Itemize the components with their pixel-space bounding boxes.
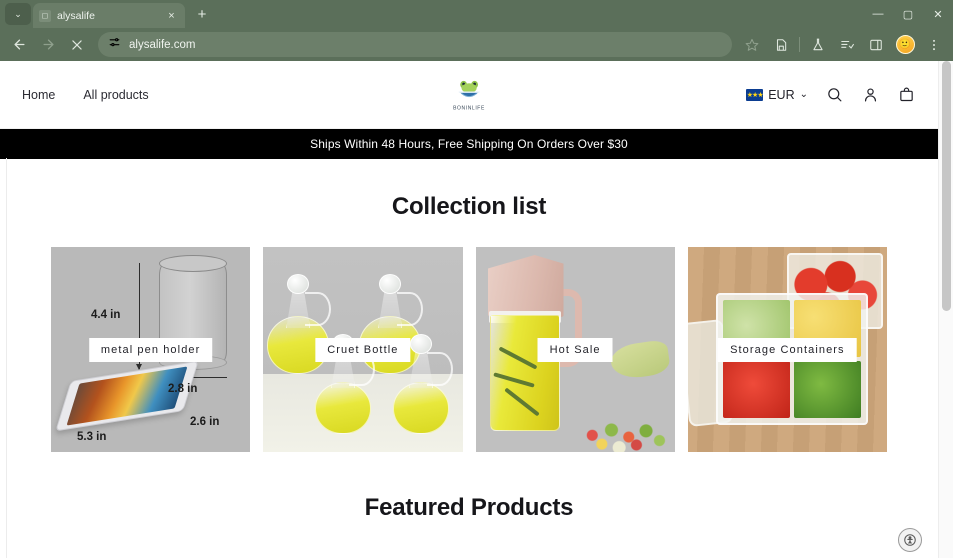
chevron-down-icon: ⌄ <box>14 8 22 19</box>
toolbar-divider <box>799 37 800 52</box>
currency-value: EUR <box>768 87 795 102</box>
logo-wordmark: BONINLIFE <box>453 105 485 111</box>
avatar: 🙂 <box>895 35 915 54</box>
frog-bowl-logo-icon <box>455 78 483 104</box>
scrollbar-thumb[interactable] <box>942 61 951 311</box>
bookmark-star-icon[interactable] <box>738 31 766 59</box>
collection-list-title: Collection list <box>391 193 547 220</box>
site-settings-icon[interactable] <box>108 36 121 54</box>
featured-products-grid <box>0 522 938 558</box>
collection-card-label: Hot Sale <box>537 337 613 362</box>
dimension-height-label: 4.4 in <box>91 309 121 321</box>
collection-card-hot-sale[interactable]: Hot Sale <box>475 247 675 452</box>
chevron-down-icon: ⌄ <box>799 89 808 100</box>
featured-product-card[interactable] <box>263 548 462 558</box>
tab-title: alysalife <box>57 9 95 22</box>
phone-width-label: 2.6 in <box>190 416 220 428</box>
collection-card-metal-pen-holder[interactable]: 4.4 in 2.8 in 5.3 in 2.6 in metal pen ho… <box>51 247 251 452</box>
collection-grid: 4.4 in 2.8 in 5.3 in 2.6 in metal pen ho… <box>0 221 938 452</box>
url-text: alysalife.com <box>129 38 196 51</box>
featured-product-card[interactable] <box>476 548 675 558</box>
search-icon[interactable] <box>824 85 844 105</box>
main-navigation: Home All products <box>22 88 149 102</box>
featured-products-section: Featured Products <box>0 452 938 558</box>
collection-card-label: Cruet Bottle <box>315 337 411 362</box>
minimize-button[interactable]: — <box>863 0 893 28</box>
tab-strip: ⌄ ◻ alysalife × + — ▢ ✕ <box>0 0 953 28</box>
back-icon[interactable] <box>5 31 33 59</box>
forward-icon[interactable] <box>34 31 62 59</box>
featured-product-card[interactable] <box>688 548 887 558</box>
new-tab-button[interactable]: + <box>189 3 215 25</box>
site-logo[interactable]: BONINLIFE <box>453 78 485 111</box>
collection-list-section: Collection list 4.4 in 2.8 in 5.3 in 2.6… <box>0 159 938 452</box>
announcement-bar: Ships Within 48 Hours, Free Shipping On … <box>0 129 938 159</box>
side-panel-icon[interactable] <box>862 31 890 59</box>
collection-card-cruet-bottle[interactable]: Cruet Bottle <box>263 247 463 452</box>
maximize-button[interactable]: ▢ <box>893 0 923 28</box>
featured-product-card[interactable] <box>51 548 250 558</box>
site-header: Home All products BONINLIFE ★★★ EUR ⌄ <box>0 61 938 129</box>
address-bar[interactable]: alysalife.com <box>98 32 732 57</box>
collection-card-label: Storage Containers <box>718 337 857 362</box>
collection-card-storage-containers[interactable]: Storage Containers <box>687 247 887 452</box>
nav-link-home[interactable]: Home <box>22 88 55 102</box>
tab-search-button[interactable]: ⌄ <box>5 3 31 25</box>
dimension-width-label: 2.8 in <box>168 383 198 395</box>
browser-toolbar: alysalife.com 🙂 <box>0 28 953 61</box>
experiment-flask-icon[interactable] <box>804 31 832 59</box>
account-icon[interactable] <box>860 85 880 105</box>
page-edge-divider <box>6 158 7 558</box>
stop-loading-icon[interactable] <box>63 31 91 59</box>
page-scrollbar[interactable] <box>938 61 953 558</box>
collection-card-label: metal pen holder <box>88 337 213 362</box>
browser-tab[interactable]: ◻ alysalife × <box>33 3 185 28</box>
close-icon[interactable]: × <box>164 8 179 23</box>
currency-selector[interactable]: ★★★ EUR ⌄ <box>746 88 808 102</box>
profile-avatar[interactable]: 🙂 <box>891 31 919 59</box>
accessibility-icon[interactable] <box>898 528 922 552</box>
phone-length-label: 5.3 in <box>77 431 107 443</box>
save-to-drive-icon[interactable] <box>767 31 795 59</box>
eu-flag-icon: ★★★ <box>746 88 764 101</box>
reading-list-icon[interactable] <box>833 31 861 59</box>
browser-window: ⌄ ◻ alysalife × + — ▢ ✕ alysalife.com 🙂 … <box>0 0 953 558</box>
nav-link-all-products[interactable]: All products <box>83 88 148 102</box>
window-controls: — ▢ ✕ <box>863 0 953 28</box>
page-viewport: Home All products BONINLIFE ★★★ EUR ⌄ Sh… <box>0 61 953 558</box>
browser-menu-icon[interactable] <box>920 31 948 59</box>
featured-products-title: Featured Products <box>364 494 574 521</box>
page-favicon-icon: ◻ <box>39 9 51 22</box>
close-window-button[interactable]: ✕ <box>923 0 953 28</box>
web-page: Home All products BONINLIFE ★★★ EUR ⌄ Sh… <box>0 61 938 558</box>
header-actions: ★★★ EUR ⌄ <box>746 85 916 105</box>
cart-icon[interactable] <box>896 85 916 105</box>
